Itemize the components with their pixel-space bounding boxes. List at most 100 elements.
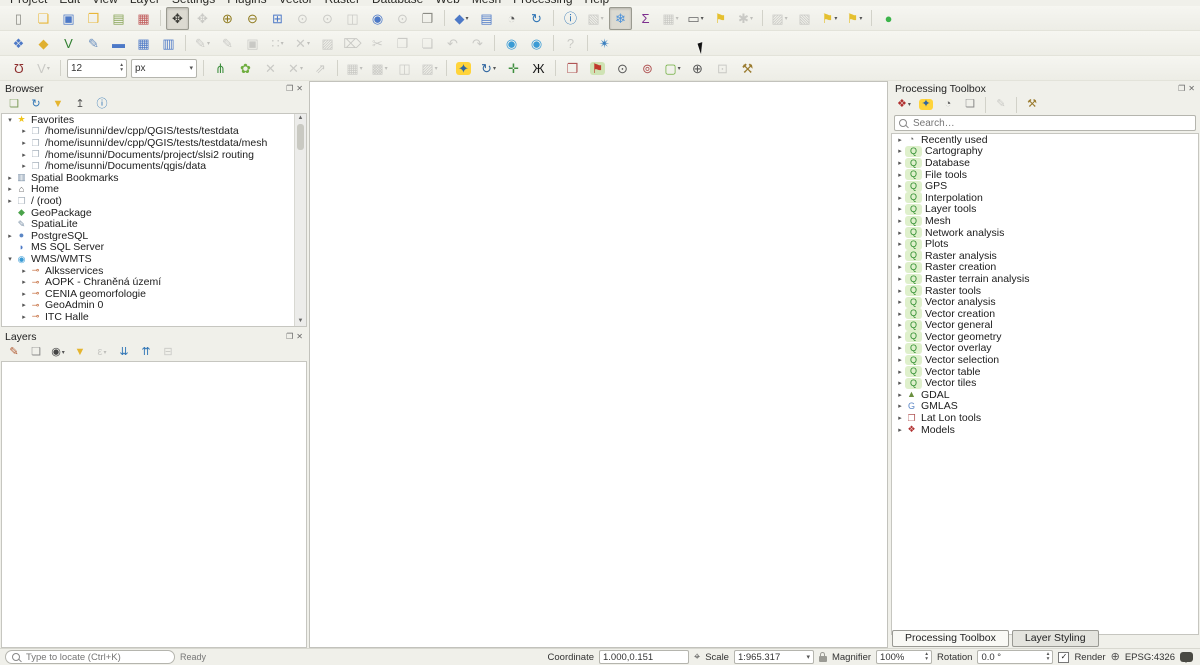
expander-icon[interactable]: ▸ bbox=[895, 379, 905, 387]
lock-scale-icon[interactable] bbox=[819, 656, 827, 662]
tree-item-plots[interactable]: ▸QPlots bbox=[892, 238, 1198, 250]
cut-features-icon[interactable]: ✂ bbox=[366, 32, 389, 55]
float-panel-icon[interactable]: ❐ bbox=[286, 333, 293, 341]
expander-icon[interactable]: ▸ bbox=[19, 278, 29, 286]
pan-map-icon[interactable]: ✥ bbox=[166, 7, 189, 30]
spinner-arrows-icon[interactable]: ▴▾ bbox=[1047, 652, 1050, 662]
expander-icon[interactable]: ▸ bbox=[895, 414, 905, 422]
tree-item-ms-sql-server[interactable]: ◗MS SQL Server bbox=[2, 242, 306, 254]
chevron-down-icon[interactable]: ▾ bbox=[806, 653, 810, 661]
expander-icon[interactable]: ▸ bbox=[19, 290, 29, 298]
topological-editing-icon-dropdown[interactable]: ▾ bbox=[300, 65, 303, 72]
zoom-native-icon[interactable]: ◫ bbox=[341, 7, 364, 30]
expander-icon[interactable]: ▸ bbox=[895, 194, 905, 202]
add-wms-layer-icon[interactable]: ◉ bbox=[500, 32, 523, 55]
tree-item-spatialite[interactable]: ✎SpatiaLite bbox=[2, 218, 306, 230]
new-geopackage-icon[interactable]: ◆ bbox=[32, 32, 55, 55]
metasearch-icon[interactable]: ✴ bbox=[593, 32, 616, 55]
expander-icon[interactable]: ▸ bbox=[895, 240, 905, 248]
add-spatialite-layer-icon[interactable]: ✎ bbox=[82, 32, 105, 55]
expander-icon[interactable]: ▾ bbox=[5, 116, 15, 124]
expander-icon[interactable]: ▸ bbox=[5, 197, 15, 205]
tree-item-home-isunni-dev-cpp-qgis-tests-testdata[interactable]: ▸❐/home/isunni/dev/cpp/QGIS/tests/testda… bbox=[2, 126, 306, 138]
tree-item-vector-creation[interactable]: ▸QVector creation bbox=[892, 308, 1198, 320]
avoid-overlap-icon[interactable]: ✿ bbox=[234, 57, 257, 80]
tree-item-wms-wmts[interactable]: ▾◉WMS/WMTS bbox=[2, 253, 306, 265]
tree-item-gmlas[interactable]: ▸GGMLAS bbox=[892, 401, 1198, 413]
zoom-last-icon[interactable]: ⊙ bbox=[291, 7, 314, 30]
spinner-arrows-icon[interactable]: ▴▾ bbox=[925, 652, 928, 662]
tree-item-models[interactable]: ▸❖Models bbox=[892, 424, 1198, 436]
save-project-as-icon[interactable]: ❐ bbox=[82, 7, 105, 30]
messages-icon[interactable] bbox=[1180, 652, 1193, 662]
expander-icon[interactable]: ▸ bbox=[895, 391, 905, 399]
statistics-icon[interactable]: Σ bbox=[634, 7, 657, 30]
tracing-icon[interactable]: ⋔ bbox=[209, 57, 232, 80]
tree-item-itc-halle[interactable]: ▸⊸ITC Halle bbox=[2, 311, 306, 323]
expander-icon[interactable]: ▸ bbox=[5, 185, 15, 193]
current-edits-icon-dropdown[interactable]: ▾ bbox=[207, 40, 210, 47]
rotation-spinbox[interactable]: 0.0 ° ▴▾ bbox=[977, 650, 1053, 664]
scale-combobox[interactable]: 1:965.317 ▾ bbox=[734, 650, 814, 664]
map-tips-icon[interactable]: ⚑ bbox=[709, 7, 732, 30]
add-mesh-layer-icon[interactable]: ▥ bbox=[157, 32, 180, 55]
zoom-next-icon[interactable]: ⊙ bbox=[316, 7, 339, 30]
modify-attributes-icon[interactable]: ▨ bbox=[316, 32, 339, 55]
measure-icon[interactable]: ▭▾ bbox=[684, 7, 707, 30]
render-checkbox[interactable]: ✓ bbox=[1058, 652, 1069, 663]
add-raster-layer-icon[interactable]: ▦ bbox=[132, 32, 155, 55]
expander-icon[interactable]: ▸ bbox=[895, 182, 905, 190]
filter-browser-icon[interactable]: ▼ bbox=[48, 96, 68, 114]
snapping-mode-icon-dropdown[interactable]: ▾ bbox=[47, 65, 50, 72]
collapse-all-layers-icon[interactable]: ⇈ bbox=[136, 344, 156, 362]
scroll-down-icon[interactable]: ▼ bbox=[295, 317, 306, 326]
tree-item-gdal[interactable]: ▸▲GDAL bbox=[892, 389, 1198, 401]
expander-icon[interactable]: ▾ bbox=[5, 255, 15, 263]
edit-in-place-icon[interactable]: ✎ bbox=[991, 96, 1011, 114]
tree-item-vector-general[interactable]: ▸QVector general bbox=[892, 320, 1198, 332]
labeling-icon[interactable]: ⚑▾ bbox=[818, 7, 841, 30]
vertex-tool-icon-dropdown[interactable]: ▾ bbox=[307, 40, 310, 47]
tree-item-recently-used[interactable]: ▸◔Recently used bbox=[892, 134, 1198, 146]
labeling-icon-dropdown[interactable]: ▾ bbox=[834, 15, 837, 22]
history-icon[interactable]: ◔ bbox=[938, 96, 958, 114]
tree-item-alksservices[interactable]: ▸⊸Alksservices bbox=[2, 265, 306, 277]
tree-item-root[interactable]: ▸❐/ (root) bbox=[2, 195, 306, 207]
latlon-copy-icon[interactable]: ❐ bbox=[561, 57, 584, 80]
scroll-up-icon[interactable]: ▲ bbox=[295, 114, 306, 123]
close-panel-icon[interactable]: ✕ bbox=[1188, 85, 1195, 93]
select-by-form-icon[interactable]: ▨▾ bbox=[768, 7, 791, 30]
tree-item-mesh[interactable]: ▸QMesh bbox=[892, 215, 1198, 227]
results-viewer-icon[interactable]: ❏ bbox=[960, 96, 980, 114]
expander-icon[interactable]: ▸ bbox=[895, 426, 905, 434]
latlon-polygon-icon[interactable]: ▢▾ bbox=[661, 57, 684, 80]
label-pin-icon[interactable]: ⚑▾ bbox=[843, 7, 866, 30]
latlon-pin-icon[interactable]: ⚑ bbox=[586, 57, 609, 80]
select-by-form-icon-dropdown[interactable]: ▾ bbox=[785, 15, 788, 22]
copy-features-icon[interactable]: ❐ bbox=[391, 32, 414, 55]
latlon-xy-icon[interactable]: ⊡ bbox=[711, 57, 734, 80]
latlon-multizoom-icon[interactable]: ⊚ bbox=[636, 57, 659, 80]
tree-item-layer-tools[interactable]: ▸QLayer tools bbox=[892, 204, 1198, 216]
select-features-icon-dropdown[interactable]: ▾ bbox=[601, 15, 604, 22]
run-feature-action-icon[interactable]: ✱▾ bbox=[734, 7, 757, 30]
tree-item-home-isunni-documents-project-slsi2-routing[interactable]: ▸❐/home/isunni/Documents/project/slsi2 r… bbox=[2, 149, 306, 161]
temporal-snowflake-icon[interactable]: ❄ bbox=[609, 7, 632, 30]
tree-item-vector-geometry[interactable]: ▸QVector geometry bbox=[892, 331, 1198, 343]
tree-item-vector-tiles[interactable]: ▸QVector tiles bbox=[892, 377, 1198, 389]
new-map-view-icon[interactable]: ❐ bbox=[416, 7, 439, 30]
tree-item-home[interactable]: ▸⌂Home bbox=[2, 184, 306, 196]
tree-item-file-tools[interactable]: ▸QFile tools bbox=[892, 169, 1198, 181]
paste-features-icon[interactable]: ❏ bbox=[416, 32, 439, 55]
expander-icon[interactable]: ▸ bbox=[895, 298, 905, 306]
mesh-transform-icon[interactable]: ◫ bbox=[393, 57, 416, 80]
tree-item-geoadmin-0[interactable]: ▸⊸GeoAdmin 0 bbox=[2, 300, 306, 312]
map-themes-icon[interactable]: ◉▾ bbox=[48, 344, 68, 362]
zoom-to-selection-icon[interactable]: ◉ bbox=[366, 7, 389, 30]
expander-icon[interactable]: ▸ bbox=[895, 147, 905, 155]
zoom-full-icon[interactable]: ⊞ bbox=[266, 7, 289, 30]
properties-icon[interactable]: ⓘ bbox=[92, 96, 112, 114]
expander-icon[interactable]: ▸ bbox=[19, 313, 29, 321]
expander-icon[interactable]: ▸ bbox=[895, 171, 905, 179]
expander-icon[interactable]: ▸ bbox=[19, 127, 29, 135]
